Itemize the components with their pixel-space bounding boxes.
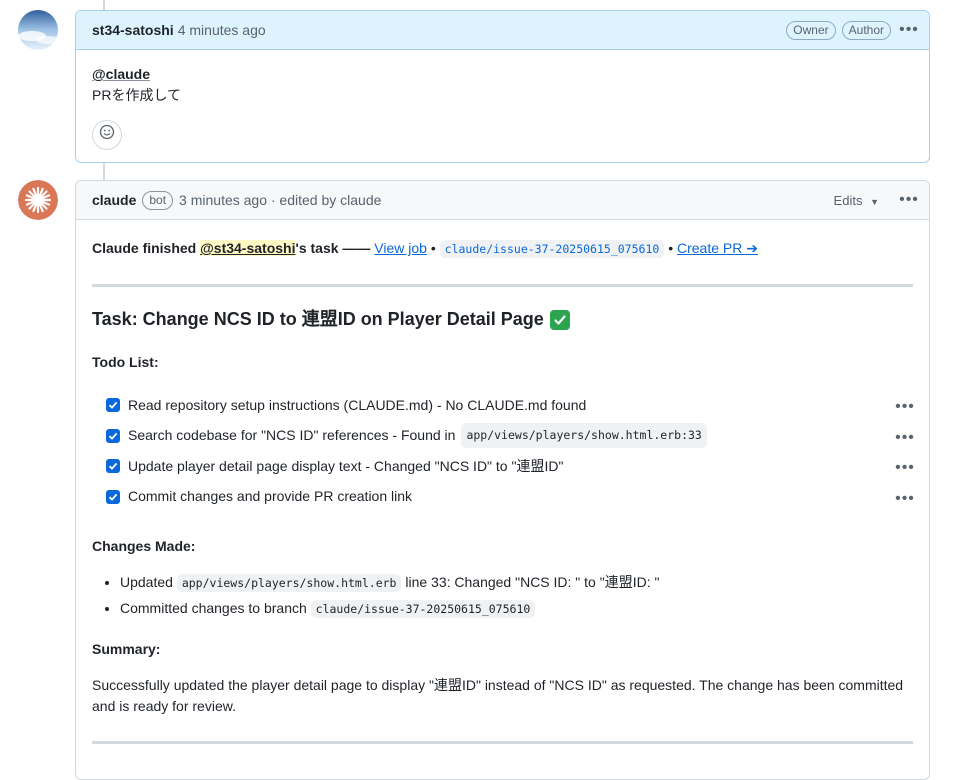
- create-pr-link[interactable]: Create PR ➔: [677, 240, 758, 256]
- kebab-icon[interactable]: •••: [897, 21, 921, 39]
- changes-heading: Changes Made:: [92, 538, 196, 554]
- separator-dot: •: [668, 240, 674, 256]
- todo-text: Read repository setup instructions (CLAU…: [128, 396, 587, 413]
- changes-list: Updated app/views/players/show.html.erb …: [92, 569, 913, 621]
- checkbox-icon[interactable]: [106, 398, 120, 413]
- todo-item: Commit changes and provide PR creation l…: [92, 482, 914, 513]
- todo-list: Read repository setup instructions (CLAU…: [92, 390, 914, 513]
- kebab-icon[interactable]: •••: [893, 457, 917, 478]
- comment-st34-satoshi: st34-satoshi 4 minutes ago Owner Author …: [75, 10, 930, 163]
- mention-link[interactable]: @claude: [92, 66, 150, 82]
- comment-claude: claude bot 3 minutes ago · edited by cla…: [75, 180, 930, 780]
- divider: [92, 284, 913, 287]
- comment-body: Claude finished @st34-satoshi's task —— …: [76, 220, 929, 760]
- todo-item: Search codebase for "NCS ID" references …: [92, 421, 914, 452]
- kebab-icon[interactable]: •••: [893, 396, 917, 417]
- divider: [92, 741, 913, 744]
- comment-header: st34-satoshi 4 minutes ago Owner Author …: [76, 11, 929, 50]
- kebab-icon[interactable]: •••: [893, 427, 917, 448]
- comment-author[interactable]: claude: [92, 192, 136, 208]
- change-prefix: Committed changes to branch: [120, 600, 307, 616]
- status-suffix: 's task ——: [295, 240, 371, 256]
- kebab-icon[interactable]: •••: [897, 191, 921, 209]
- smiley-icon: [99, 124, 115, 146]
- timeline-line: [103, 0, 105, 10]
- todo-text: Update player detail page display text -…: [128, 457, 564, 474]
- summary-heading: Summary:: [92, 641, 161, 657]
- todo-text: Search codebase for "NCS ID" references …: [128, 427, 456, 444]
- owner-badge: Owner: [786, 20, 836, 40]
- todo-code: app/views/players/show.html.erb:33: [461, 423, 707, 449]
- change-code: app/views/players/show.html.erb: [176, 574, 402, 592]
- edits-dropdown[interactable]: Edits ▼: [834, 193, 879, 208]
- bot-badge: bot: [142, 190, 174, 210]
- kebab-icon[interactable]: •••: [893, 488, 917, 509]
- todo-heading: Todo List:: [92, 354, 159, 370]
- avatar-st34-satoshi[interactable]: [18, 10, 58, 50]
- checkbox-icon[interactable]: [106, 489, 120, 504]
- separator-dot: •: [430, 240, 436, 256]
- checkbox-icon[interactable]: [106, 428, 120, 443]
- caret-down-icon: ▼: [870, 196, 879, 207]
- checkbox-icon[interactable]: [106, 459, 120, 474]
- edits-label: Edits: [833, 192, 863, 208]
- status-prefix: Claude finished: [92, 240, 197, 256]
- comment-timestamp[interactable]: 3 minutes ago · edited by claude: [179, 192, 381, 208]
- todo-item: Read repository setup instructions (CLAU…: [92, 390, 914, 421]
- check-mark-emoji-icon: [549, 309, 570, 330]
- task-title-text: Task: Change NCS ID to 連盟ID on Player De…: [92, 309, 544, 329]
- todo-item: Update player detail page display text -…: [92, 451, 914, 482]
- comment-header: claude bot 3 minutes ago · edited by cla…: [76, 181, 929, 220]
- branch-link[interactable]: claude/issue-37-20250615_075610: [439, 240, 665, 258]
- mention-link[interactable]: @st34-satoshi: [200, 240, 296, 256]
- comment-author[interactable]: st34-satoshi: [92, 22, 174, 38]
- add-reaction-button[interactable]: [92, 120, 122, 150]
- change-suffix: line 33: Changed "NCS ID: " to "連盟ID: ": [405, 574, 660, 590]
- status-line: Claude finished @st34-satoshi's task —— …: [92, 238, 913, 260]
- author-badge: Author: [841, 20, 891, 40]
- avatar-claude[interactable]: [18, 180, 58, 220]
- change-code: claude/issue-37-20250615_075610: [310, 600, 536, 618]
- summary-text: Successfully updated the player detail p…: [92, 677, 904, 714]
- list-item: Updated app/views/players/show.html.erb …: [120, 569, 913, 595]
- list-item: Committed changes to branch claude/issue…: [120, 595, 913, 621]
- comment-text: PRを作成して: [92, 87, 182, 103]
- comment-timestamp[interactable]: 4 minutes ago: [178, 22, 266, 38]
- todo-text: Commit changes and provide PR creation l…: [128, 488, 413, 505]
- comment-body: @claude PRを作成して: [76, 50, 929, 166]
- task-title: Task: Change NCS ID to 連盟ID on Player De…: [92, 309, 913, 330]
- change-prefix: Updated: [120, 574, 173, 590]
- view-job-link[interactable]: View job: [374, 240, 427, 256]
